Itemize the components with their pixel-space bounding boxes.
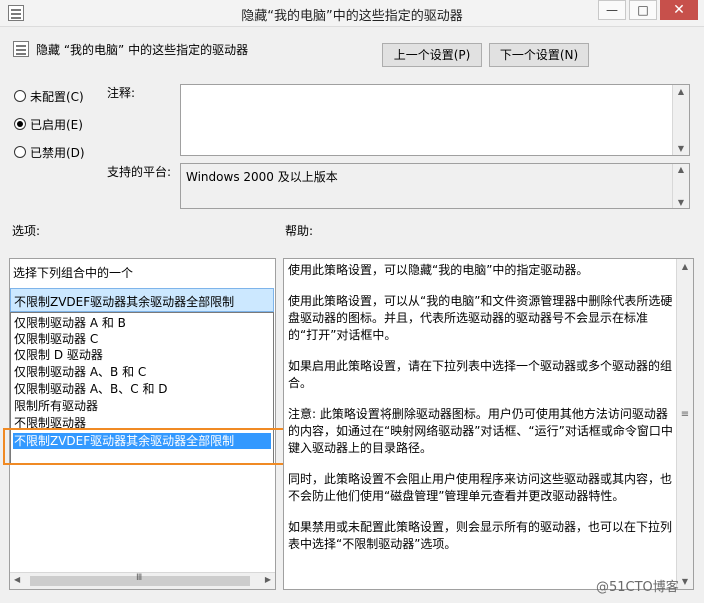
options-hscrollbar[interactable]: ◀ Ⅲ ▶ [10,572,275,589]
drive-combo[interactable]: 不限制ZVDEF驱动器其余驱动器全部限制 [10,288,274,312]
scroll-up-icon[interactable]: ▲ [677,262,693,271]
highlight-box [3,428,300,465]
options-prompt: 选择下列组合中的一个 [13,266,134,280]
watermark: @51CTO博客 [596,580,679,595]
radio-not-configured-label: 未配置(C) [30,89,84,104]
help-paragraph: 同时，此策略设置不会阻止用户使用程序来访问这些驱动器或其内容，也不会防止他们使用… [288,472,673,503]
platform-label: 支持的平台: [107,165,172,179]
radio-enabled-label: 已启用(E) [30,117,83,132]
radio-disabled-indicator[interactable] [14,146,26,158]
platform-value: Windows 2000 及以上版本 [186,170,338,184]
radio-not-configured-indicator[interactable] [14,90,26,102]
radio-enabled-indicator[interactable] [14,118,26,130]
help-paragraph: 如果禁用或未配置此策略设置，则会显示所有的驱动器，也可以在下拉列表中选择“不限制… [288,520,673,551]
thumb-grip-icon: Ⅲ [136,573,143,583]
radio-enabled[interactable]: 已启用(E) [14,115,83,133]
comment-label: 注释: [107,86,136,100]
help-panel: 使用此策略设置，可以隐藏“我的电脑”中的指定驱动器。 使用此策略设置，可以从“我… [283,258,694,590]
radio-not-configured[interactable]: 未配置(C) [14,87,84,105]
scroll-down-icon[interactable]: ▼ [673,198,689,207]
next-setting-button[interactable]: 下一个设置(N) [489,43,589,67]
list-item[interactable]: 仅限制 D 驱动器 [13,347,271,363]
comment-scrollbar[interactable]: ▲ ▼ [672,85,689,155]
options-label: 选项: [12,224,41,238]
maximize-button[interactable]: □ [629,0,657,20]
list-item[interactable]: 仅限制驱动器 A、B、C 和 D [13,381,271,397]
prev-setting-button[interactable]: 上一个设置(P) [382,43,482,67]
scroll-grip-icon[interactable]: ≡ [677,409,693,420]
scroll-up-icon[interactable]: ▲ [673,165,689,174]
scroll-up-icon[interactable]: ▲ [673,87,689,96]
comment-textbox[interactable]: ▲ ▼ [180,84,690,156]
platform-textbox: Windows 2000 及以上版本 ▲ ▼ [180,163,690,209]
radio-disabled[interactable]: 已禁用(D) [14,143,85,161]
minimize-button[interactable]: — [598,0,626,20]
drive-combo-value: 不限制ZVDEF驱动器其余驱动器全部限制 [14,295,235,309]
scroll-left-icon[interactable]: ◀ [14,575,20,584]
list-item[interactable]: 仅限制驱动器 A、B 和 C [13,364,271,380]
radio-disabled-label: 已禁用(D) [30,145,85,160]
policy-icon [13,41,29,57]
scroll-right-icon[interactable]: ▶ [265,575,271,584]
help-text: 使用此策略设置，可以隐藏“我的电脑”中的指定驱动器。 使用此策略设置，可以从“我… [288,262,673,553]
platform-scrollbar[interactable]: ▲ ▼ [672,164,689,208]
list-item[interactable]: 限制所有驱动器 [13,398,271,414]
help-paragraph: 注意: 此策略设置将删除驱动器图标。用户仍可使用其他方法访问驱动器的内容，如通过… [288,407,673,455]
list-item[interactable]: 仅限制驱动器 A 和 B [13,315,271,331]
scroll-down-icon[interactable]: ▼ [677,577,693,586]
list-item[interactable]: 仅限制驱动器 C [13,331,271,347]
close-button[interactable]: ✕ [660,0,698,20]
policy-name: 隐藏 “我的电脑” 中的这些指定的驱动器 [36,43,249,57]
help-paragraph: 如果启用此策略设置，请在下拉列表中选择一个驱动器或多个驱动器的组合。 [288,359,673,390]
hscroll-thumb[interactable]: Ⅲ [30,573,250,586]
help-label: 帮助: [285,224,314,238]
help-scrollbar[interactable]: ▲ ≡ ▼ [676,259,693,589]
help-paragraph: 使用此策略设置，可以从“我的电脑”和文件资源管理器中删除代表所选硬盘驱动器的图标… [288,294,673,342]
scroll-down-icon[interactable]: ▼ [673,144,689,153]
help-paragraph: 使用此策略设置，可以隐藏“我的电脑”中的指定驱动器。 [288,263,589,277]
